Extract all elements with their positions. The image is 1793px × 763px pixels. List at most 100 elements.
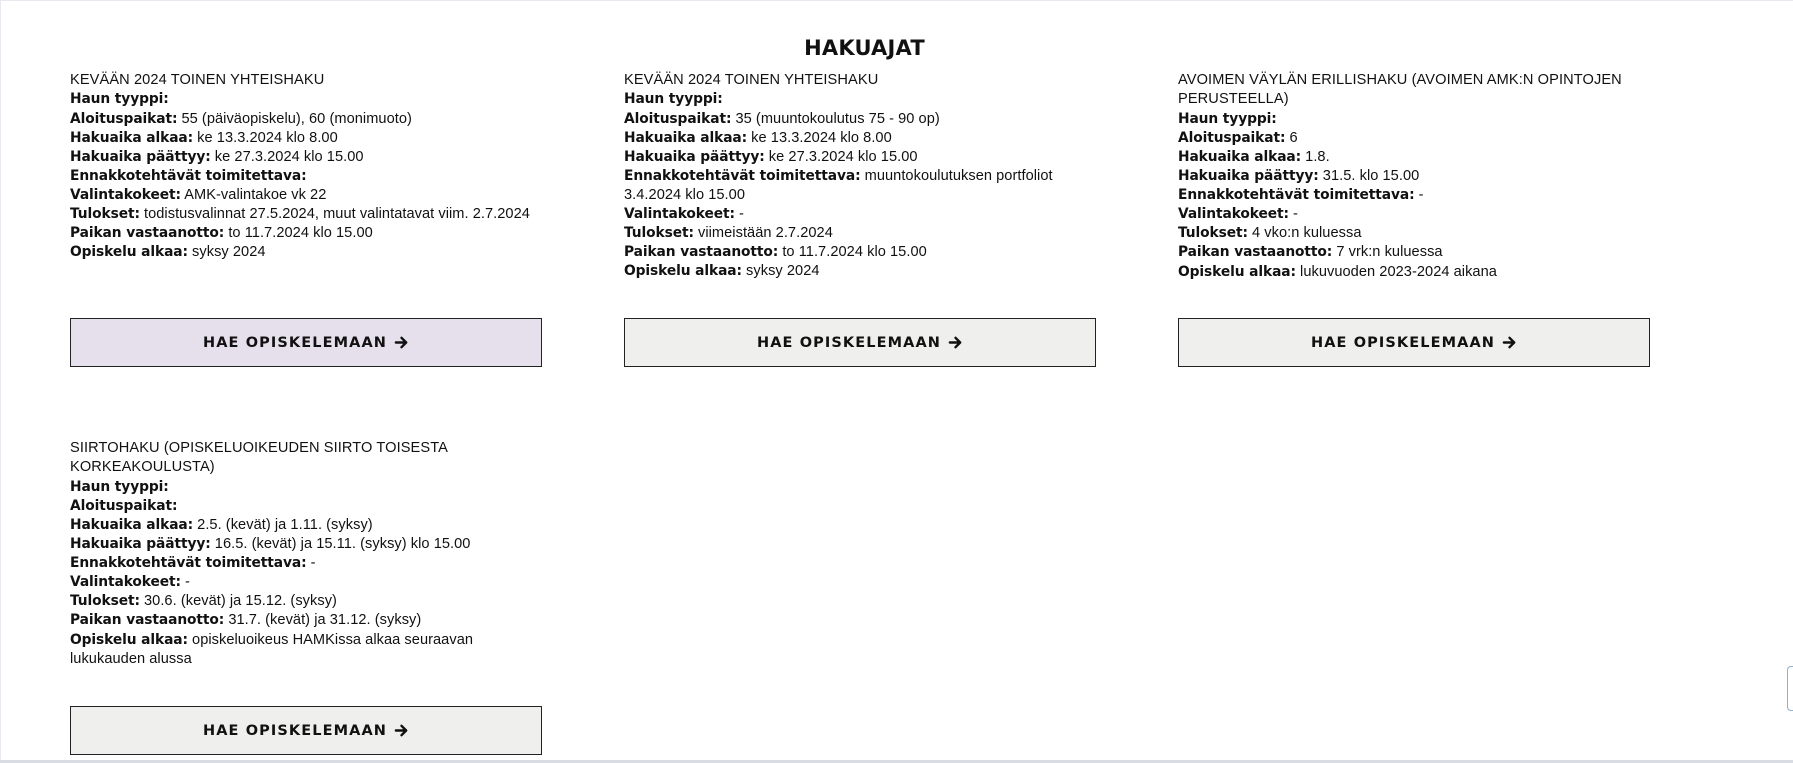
application-period-card: KEVÄÄN 2024 TOINEN YHTEISHAKU Haun tyypp…	[624, 71, 1096, 281]
field-label: Aloituspaikat:	[624, 110, 732, 127]
apply-button-label: HAE OPISKELEMAAN	[203, 722, 387, 739]
field-label: Opiskelu alkaa:	[624, 263, 742, 280]
field-paikan-vastaanotto: Paikan vastaanotto: to 11.7.2024 klo 15.…	[624, 243, 1096, 262]
field-aloituspaikat: Aloituspaikat: 6	[1178, 129, 1650, 148]
field-value: lukuvuoden 2023-2024 aikana	[1300, 263, 1497, 280]
field-label: Hakuaika päättyy:	[1178, 168, 1319, 185]
field-label: Hakuaika päättyy:	[70, 148, 211, 165]
field-hakuaika-paattyy: Hakuaika päättyy: ke 27.3.2024 klo 15.00	[624, 148, 1096, 167]
field-valintakokeet: Valintakokeet: -	[1178, 205, 1650, 224]
field-value: ke 13.3.2024 klo 8.00	[197, 129, 338, 146]
field-valintakokeet: Valintakokeet: -	[624, 205, 1096, 224]
field-label: Hakuaika alkaa:	[70, 517, 194, 533]
field-paikan-vastaanotto: Paikan vastaanotto: 31.7. (kevät) ja 31.…	[70, 611, 542, 630]
field-value: syksy 2024	[192, 244, 266, 261]
field-ennakkotehtavat: Ennakkotehtävät toimitettava:	[70, 167, 542, 186]
field-hakuaika-paattyy: Hakuaika päättyy: 16.5. (kevät) ja 15.11…	[70, 535, 542, 554]
field-value: 55 (päiväopiskelu), 60 (monimuoto)	[181, 110, 412, 127]
field-label: Haun tyyppi:	[624, 91, 723, 108]
field-label: Ennakkotehtävät toimitettava:	[624, 167, 861, 184]
field-opiskelu-alkaa: Opiskelu alkaa: syksy 2024	[70, 243, 542, 262]
field-value: ke 27.3.2024 klo 15.00	[768, 148, 918, 165]
application-period-card: KEVÄÄN 2024 TOINEN YHTEISHAKU Haun tyypp…	[70, 71, 542, 262]
page-title: HAKUAJAT	[804, 36, 925, 60]
field-label: Paikan vastaanotto:	[624, 244, 779, 261]
field-label: Hakuaika alkaa:	[70, 129, 194, 146]
field-value: AMK-valintakoe vk 22	[184, 186, 327, 203]
field-value: 16.5. (kevät) ja 15.11. (syksy) klo 15.0…	[214, 536, 471, 553]
field-label: Haun tyyppi:	[70, 478, 169, 495]
field-label: Hakuaika päättyy:	[70, 536, 211, 553]
field-label: Paikan vastaanotto:	[1178, 244, 1333, 261]
field-value: todistusvalinnat 27.5.2024, muut valinta…	[144, 205, 530, 222]
field-haun-tyyppi: Haun tyyppi:	[70, 478, 542, 497]
application-period-card: AVOIMEN VÄYLÄN ERILLISHAKU (AVOIMEN AMK:…	[1178, 71, 1650, 282]
apply-button-label: HAE OPISKELEMAAN	[203, 334, 387, 351]
apply-button-label: HAE OPISKELEMAAN	[757, 334, 941, 351]
field-label: Opiskelu alkaa:	[70, 631, 188, 648]
field-value: 7 vrk:n kuluessa	[1336, 244, 1443, 261]
side-feedback-tab[interactable]	[1787, 666, 1793, 711]
field-value: syksy 2024	[746, 263, 820, 280]
apply-button[interactable]: HAE OPISKELEMAAN	[1178, 318, 1650, 367]
field-label: Opiskelu alkaa:	[70, 244, 188, 261]
card-title: SIIRTOHAKU (OPISKELUOIKEUDEN SIIRTO TOIS…	[70, 440, 448, 476]
field-label: Hakuaika alkaa:	[1178, 149, 1302, 165]
field-paikan-vastaanotto: Paikan vastaanotto: to 11.7.2024 klo 15.…	[70, 224, 542, 243]
field-label: Valintakokeet:	[70, 574, 181, 591]
field-tulokset: Tulokset: 30.6. (kevät) ja 15.12. (syksy…	[70, 592, 542, 611]
field-value: viimeistään 2.7.2024	[698, 225, 833, 242]
field-value: 31.7. (kevät) ja 31.12. (syksy)	[228, 612, 422, 629]
field-label: Valintakokeet:	[624, 205, 735, 222]
field-value: 1.8.	[1305, 149, 1330, 165]
field-aloituspaikat: Aloituspaikat: 55 (päiväopiskelu), 60 (m…	[70, 110, 542, 129]
field-hakuaika-alkaa: Hakuaika alkaa: ke 13.3.2024 klo 8.00	[624, 129, 1096, 148]
field-value: -	[310, 555, 316, 572]
field-label: Haun tyyppi:	[70, 91, 169, 108]
apply-button[interactable]: HAE OPISKELEMAAN	[70, 706, 542, 755]
field-value: 6	[1289, 129, 1298, 146]
field-label: Tulokset:	[70, 205, 140, 222]
card-title: KEVÄÄN 2024 TOINEN YHTEISHAKU	[70, 72, 325, 88]
field-label: Hakuaika päättyy:	[624, 148, 765, 165]
field-aloituspaikat: Aloituspaikat:	[70, 497, 542, 516]
apply-button-label: HAE OPISKELEMAAN	[1311, 334, 1495, 351]
field-label: Tulokset:	[1178, 225, 1248, 242]
field-label: Aloituspaikat:	[70, 110, 178, 127]
field-label: Tulokset:	[70, 593, 140, 610]
apply-button[interactable]: HAE OPISKELEMAAN	[624, 318, 1096, 367]
field-value: 4 vko:n kuluessa	[1252, 225, 1362, 242]
field-value: 31.5. klo 15.00	[1322, 168, 1420, 185]
field-label: Paikan vastaanotto:	[70, 612, 225, 629]
field-opiskelu-alkaa: Opiskelu alkaa: lukuvuoden 2023-2024 aik…	[1178, 263, 1650, 282]
apply-button[interactable]: HAE OPISKELEMAAN	[70, 318, 542, 367]
field-ennakkotehtavat: Ennakkotehtävät toimitettava: -	[1178, 186, 1650, 205]
field-label: Aloituspaikat:	[70, 497, 178, 514]
field-valintakokeet: Valintakokeet: AMK-valintakoe vk 22	[70, 186, 542, 205]
field-paikan-vastaanotto: Paikan vastaanotto: 7 vrk:n kuluessa	[1178, 243, 1650, 262]
field-value: -	[185, 574, 190, 591]
application-period-card: SIIRTOHAKU (OPISKELUOIKEUDEN SIIRTO TOIS…	[70, 439, 542, 669]
field-tulokset: Tulokset: viimeistään 2.7.2024	[624, 224, 1096, 243]
field-value: -	[1418, 187, 1424, 204]
field-aloituspaikat: Aloituspaikat: 35 (muuntokoulutus 75 - 9…	[624, 110, 1096, 129]
field-tulokset: Tulokset: todistusvalinnat 27.5.2024, mu…	[70, 205, 542, 224]
card-title: KEVÄÄN 2024 TOINEN YHTEISHAKU	[624, 72, 879, 88]
field-hakuaika-alkaa: Hakuaika alkaa: 2.5. (kevät) ja 1.11. (s…	[70, 516, 542, 535]
arrow-right-icon	[948, 336, 962, 349]
field-label: Tulokset:	[624, 225, 694, 242]
field-value: -	[1293, 206, 1298, 223]
card-title: AVOIMEN VÄYLÄN ERILLISHAKU (AVOIMEN AMK:…	[1178, 72, 1622, 108]
field-haun-tyyppi: Haun tyyppi:	[70, 90, 542, 109]
field-ennakkotehtavat: Ennakkotehtävät toimitettava: -	[70, 554, 542, 573]
field-value: 2.5. (kevät) ja 1.11. (syksy)	[197, 517, 373, 533]
field-opiskelu-alkaa: Opiskelu alkaa: syksy 2024	[624, 262, 1096, 281]
field-label: Valintakokeet:	[70, 186, 181, 203]
arrow-right-icon	[394, 724, 408, 737]
field-opiskelu-alkaa: Opiskelu alkaa: opiskeluoikeus HAMKissa …	[70, 631, 542, 669]
field-hakuaika-paattyy: Hakuaika päättyy: 31.5. klo 15.00	[1178, 167, 1650, 186]
field-hakuaika-alkaa: Hakuaika alkaa: 1.8.	[1178, 148, 1650, 167]
field-label: Ennakkotehtävät toimitettava:	[1178, 187, 1415, 204]
field-hakuaika-alkaa: Hakuaika alkaa: ke 13.3.2024 klo 8.00	[70, 129, 542, 148]
arrow-right-icon	[394, 336, 408, 349]
